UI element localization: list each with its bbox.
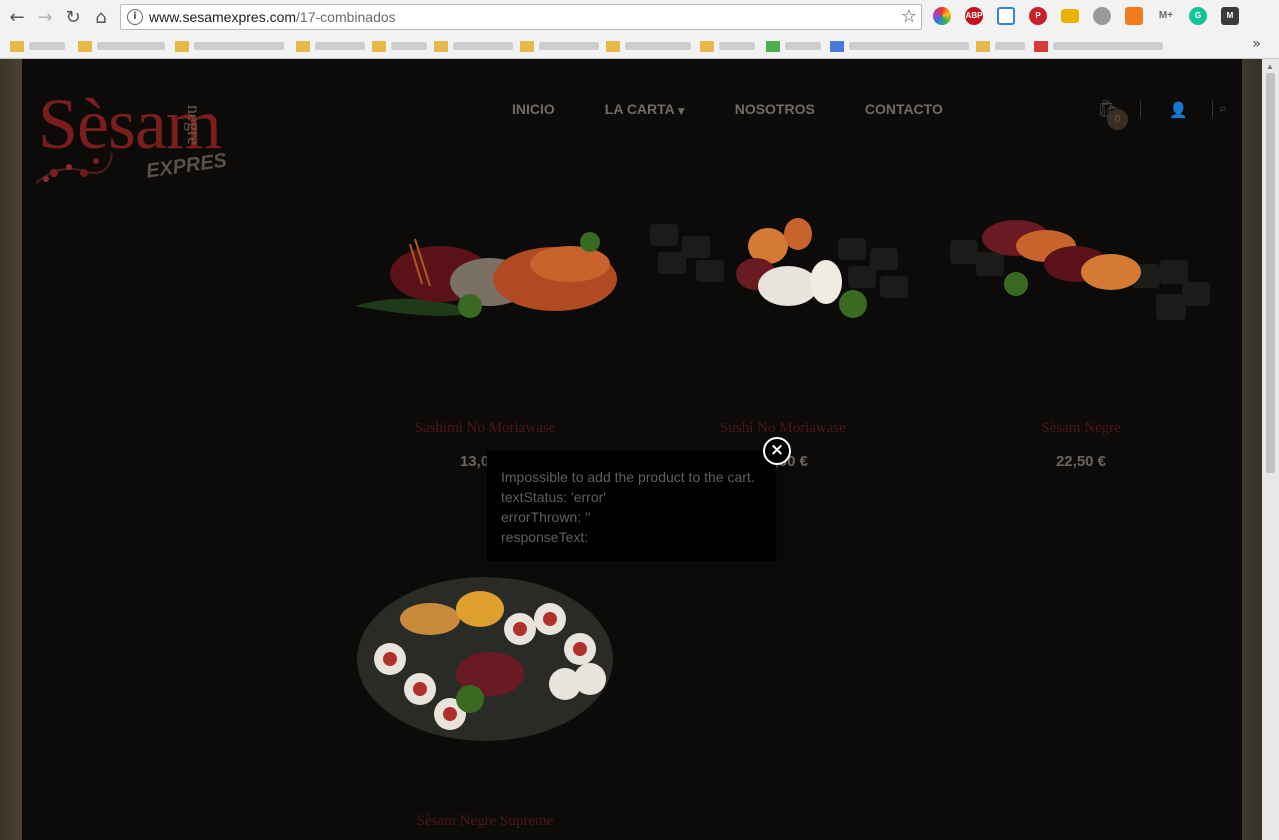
error-line: errorThrown: '' [501, 509, 591, 525]
close-icon[interactable]: × [763, 437, 791, 465]
product-name[interactable]: Sèsam Negre Supreme [350, 813, 620, 830]
bookmark-item[interactable] [434, 38, 513, 54]
nav-nosotros[interactable]: NOSOTROS [735, 101, 815, 121]
cart-count-badge: 0 [1107, 109, 1128, 130]
product-name[interactable]: Sèsam Negre [946, 420, 1216, 437]
bookmark-item[interactable] [606, 38, 691, 54]
address-url[interactable]: www.sesamexpres.com/17-combinados [149, 9, 396, 25]
home-button[interactable]: ⌂ [89, 5, 113, 29]
folder-icon [175, 40, 189, 52]
bookmark-item[interactable] [10, 38, 65, 54]
bookmark-item[interactable] [296, 38, 365, 54]
bookmark-item[interactable] [175, 38, 284, 54]
folder-icon [78, 40, 92, 52]
folder-icon [700, 40, 714, 52]
page-icon [1034, 40, 1048, 52]
product-image[interactable] [946, 194, 1216, 334]
doc-icon [830, 40, 844, 52]
main-nav: INICIO LA CARTA ▼ NOSOTROS CONTACTO [512, 101, 993, 121]
site-info-icon[interactable]: i [127, 9, 143, 25]
browser-toolbar: ← → ↻ ⌂ i www.sesamexpres.com/17-combina… [0, 0, 1279, 34]
scrollbar-thumb[interactable] [1266, 73, 1275, 473]
product-name[interactable]: Sashimi No Moriawase [350, 420, 620, 437]
scroll-up-icon[interactable]: ▲ [1266, 62, 1274, 71]
folder-icon [434, 40, 448, 52]
pinterest-ext-icon[interactable]: P [1029, 7, 1047, 25]
site-logo[interactable]: Sèsam negre EXPRES [34, 83, 234, 193]
color-wheel-ext-icon[interactable] [933, 7, 951, 25]
adblock-plus-ext-icon[interactable]: ABP [965, 7, 983, 25]
page-scrollbar[interactable]: ▲ [1262, 59, 1279, 840]
product-image[interactable] [350, 194, 620, 334]
user-icon[interactable]: 👤 [1169, 101, 1188, 119]
search-icon[interactable]: ⌕ [1219, 99, 1227, 117]
bookmark-item[interactable] [372, 38, 427, 54]
back-button[interactable]: ← [5, 5, 29, 29]
nav-la-carta[interactable]: LA CARTA ▼ [605, 101, 685, 121]
nav-contacto[interactable]: CONTACTO [865, 101, 943, 121]
logo-subtext: negre [184, 105, 204, 145]
palette-ext-icon[interactable] [1093, 7, 1111, 25]
bookmark-item[interactable] [830, 38, 969, 54]
error-line: responseText: [501, 529, 589, 545]
background-texture [0, 59, 22, 840]
folder-icon [296, 40, 310, 52]
error-line: textStatus: 'error' [501, 489, 606, 505]
folder-icon [520, 40, 534, 52]
product-name[interactable]: Sushi No Moriawase [648, 420, 918, 437]
forward-button[interactable]: → [33, 5, 57, 29]
folder-icon [372, 40, 386, 52]
error-message: Impossible to add the product to the car… [501, 467, 755, 547]
cherry-blossom-icon [35, 152, 113, 184]
bookmark-item[interactable] [1034, 38, 1163, 54]
bookmark-star-icon[interactable]: ☆ [901, 6, 917, 27]
header-icons: 🛍 0 👤 ⌕ [1097, 99, 1237, 130]
folder-icon [976, 40, 990, 52]
caret-down-icon: ▼ [677, 107, 685, 117]
translate-ext-icon[interactable] [997, 7, 1015, 25]
browser-chrome: ← → ↻ ⌂ i www.sesamexpres.com/17-combina… [0, 0, 1279, 59]
folder-icon [606, 40, 620, 52]
sheet-icon [766, 40, 780, 52]
site-container: Sèsam negre EXPRES INICIO LA CARTA ▼ NOSO… [22, 59, 1242, 840]
m-ext-icon[interactable]: M [1221, 7, 1239, 25]
bookmark-item[interactable] [78, 38, 165, 54]
nav-inicio[interactable]: INICIO [512, 101, 555, 121]
product-image[interactable] [350, 569, 620, 749]
product-image[interactable] [648, 194, 918, 334]
bookmark-item[interactable] [976, 38, 1025, 54]
page-viewport: Sèsam negre EXPRES INICIO LA CARTA ▼ NOSO… [0, 59, 1279, 840]
divider [1212, 101, 1213, 117]
folder-icon [10, 40, 24, 52]
divider [1140, 101, 1141, 117]
bookmarks-bar [0, 34, 1279, 58]
product-price: 22,50 € [1055, 453, 1107, 470]
bookmark-item[interactable] [520, 38, 599, 54]
bookmark-item[interactable] [766, 38, 821, 54]
meter-ext-icon[interactable] [1061, 9, 1079, 23]
bookmarks-overflow-icon[interactable]: » [1252, 36, 1261, 52]
bookmark-item[interactable] [700, 38, 755, 54]
movistar-ext-icon[interactable]: M+ [1157, 7, 1175, 25]
chart-ext-icon[interactable] [1125, 7, 1143, 25]
address-bar[interactable]: i www.sesamexpres.com/17-combinados ☆ [120, 4, 922, 30]
error-popup: Impossible to add the product to the car… [487, 451, 776, 561]
grammarly-ext-icon[interactable]: G [1189, 7, 1207, 25]
reload-button[interactable]: ↻ [61, 5, 85, 29]
error-line: Impossible to add the product to the car… [501, 469, 755, 485]
